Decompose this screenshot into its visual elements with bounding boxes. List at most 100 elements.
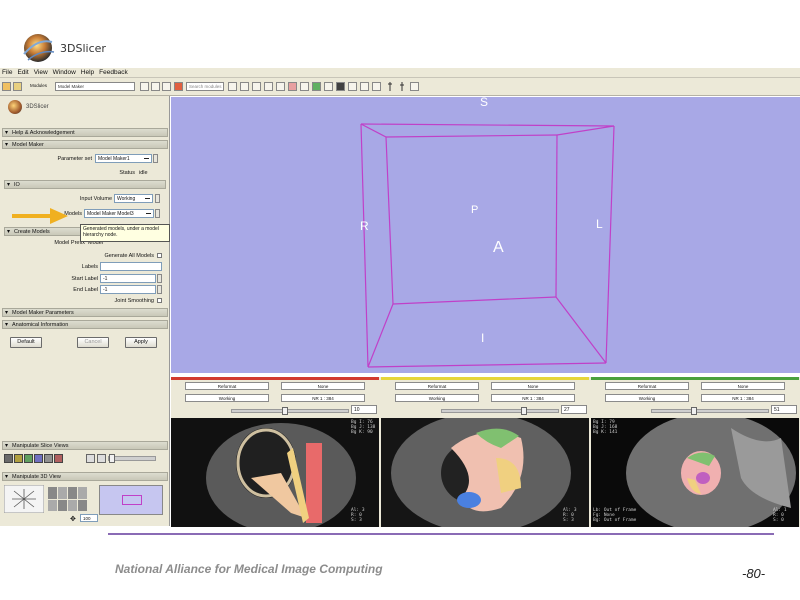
menu-window[interactable]: Window <box>53 69 76 76</box>
menu-feedback[interactable]: Feedback <box>99 69 128 76</box>
generate-all-checkbox[interactable] <box>157 253 162 258</box>
start-label-input[interactable]: -1 <box>100 274 156 283</box>
view-red-icon[interactable] <box>288 82 297 91</box>
slice-image[interactable]: Bg I: 76 Bg J: 138 Bg K: 90 Al: 3 R: 0 S: 3 <box>171 418 379 527</box>
slice-none-select[interactable]: None <box>491 382 575 390</box>
slice-offset-slider[interactable] <box>441 407 559 415</box>
zoom-icon[interactable] <box>264 82 273 91</box>
slice-none-select[interactable]: None <box>281 382 365 390</box>
search-icon[interactable] <box>228 82 237 91</box>
slice-offset-slider[interactable] <box>651 407 769 415</box>
search-input[interactable]: Search modules <box>186 82 224 91</box>
conventional-layout-icon[interactable] <box>324 82 333 91</box>
view-preset-2-icon[interactable] <box>58 487 67 499</box>
prev-module-icon[interactable] <box>140 82 149 91</box>
section-io[interactable]: IO <box>4 180 166 189</box>
view-preset-3-icon[interactable] <box>68 487 77 499</box>
3d-view-thumbnail[interactable] <box>99 485 163 515</box>
slice-opacity-slider[interactable] <box>108 454 156 463</box>
history-icon[interactable] <box>162 82 171 91</box>
slice-offset-slider[interactable] <box>231 407 349 415</box>
zoom-input[interactable]: 100 <box>80 514 98 522</box>
next-module-icon[interactable] <box>151 82 160 91</box>
input-volume-select[interactable]: Working <box>114 194 153 203</box>
slice-bg-select[interactable]: Working <box>395 394 479 402</box>
mouse-icon[interactable] <box>386 82 395 91</box>
fourup-layout-icon[interactable] <box>336 82 345 91</box>
slice-ctrl-3-icon[interactable] <box>24 454 33 463</box>
slice-image[interactable]: Al: 3 R: 0 S: 3 <box>381 418 589 527</box>
slice-ctrl-4-icon[interactable] <box>34 454 43 463</box>
view-preset-5-icon[interactable] <box>48 499 57 511</box>
folder-icon[interactable] <box>13 82 22 91</box>
section-manipulate-3d-view[interactable]: Manipulate 3D View <box>2 472 168 481</box>
module-select[interactable]: Model Maker <box>55 82 135 91</box>
slice-label-select[interactable]: NR 1 : 384 <box>491 394 575 402</box>
view-yellow-icon[interactable] <box>300 82 309 91</box>
slice-fg-select[interactable]: Reformat <box>605 382 689 390</box>
slice-fg-select[interactable]: Reformat <box>185 382 269 390</box>
slice-offset-thumb[interactable] <box>521 407 528 415</box>
input-volume-spinner[interactable] <box>155 194 160 203</box>
slice-ctrl-6-icon[interactable] <box>54 454 63 463</box>
section-model-maker[interactable]: Model Maker <box>2 140 168 149</box>
labels-input[interactable] <box>100 262 162 271</box>
slice-opacity-thumb[interactable] <box>109 454 115 463</box>
pan-icon[interactable] <box>276 82 285 91</box>
menu-view[interactable]: View <box>34 69 48 76</box>
tabbed-layout-icon[interactable] <box>360 82 369 91</box>
view-preset-1-icon[interactable] <box>48 487 57 499</box>
view-icon[interactable] <box>252 82 261 91</box>
slice-number-input[interactable]: 10 <box>351 405 377 414</box>
slice-number-input[interactable]: 51 <box>771 405 797 414</box>
parameter-set-spinner[interactable] <box>153 154 158 163</box>
slice-none-select[interactable]: None <box>701 382 785 390</box>
3d-view[interactable]: S R L P A I <box>171 95 800 373</box>
parameter-set-select[interactable]: Model Maker1 <box>95 154 152 163</box>
rotate-3d-icon[interactable] <box>4 485 44 513</box>
slice-link-icon[interactable] <box>97 454 106 463</box>
zoom-icon-3d[interactable]: ✥ <box>70 515 76 523</box>
slice-label-select[interactable]: NR 1 : 384 <box>281 394 365 402</box>
slice-fit-icon[interactable] <box>86 454 95 463</box>
fiducial-icon[interactable] <box>410 82 419 91</box>
slice-image[interactable]: Bg I: 79 Bg J: 168 Bg K: 141 Lb: Out of Fr… <box>591 418 799 527</box>
slice-bg-select[interactable]: Working <box>605 394 689 402</box>
compare-layout-icon[interactable] <box>372 82 381 91</box>
view-preset-8-icon[interactable] <box>78 499 87 511</box>
joint-smoothing-checkbox[interactable] <box>157 298 162 303</box>
section-manipulate-slice-views[interactable]: Manipulate Slice Views <box>2 441 168 450</box>
slice-number-input[interactable]: 27 <box>561 405 587 414</box>
apply-button[interactable]: Apply <box>125 337 157 348</box>
refresh-icon[interactable] <box>174 82 183 91</box>
layout-icon[interactable] <box>240 82 249 91</box>
menu-file[interactable]: File <box>2 69 12 76</box>
end-label-spinner[interactable] <box>157 285 162 294</box>
view-green-icon[interactable] <box>312 82 321 91</box>
oneup-layout-icon[interactable] <box>348 82 357 91</box>
end-label-input[interactable]: -1 <box>100 285 156 294</box>
slice-ctrl-1-icon[interactable] <box>4 454 13 463</box>
menu-help[interactable]: Help <box>81 69 94 76</box>
section-model-maker-params[interactable]: Model Maker Parameters <box>2 308 168 317</box>
default-button[interactable]: Default <box>10 337 42 348</box>
slice-bg-select[interactable]: Working <box>185 394 269 402</box>
home-icon[interactable] <box>2 82 11 91</box>
slice-ctrl-2-icon[interactable] <box>14 454 23 463</box>
models-select[interactable]: Model Maker Model3 <box>84 209 154 218</box>
models-spinner[interactable] <box>155 209 160 218</box>
view-preset-7-icon[interactable] <box>68 499 77 511</box>
slice-ctrl-5-icon[interactable] <box>44 454 53 463</box>
slice-fg-select[interactable]: Reformat <box>395 382 479 390</box>
slice-label-select[interactable]: NR 1 : 384 <box>701 394 785 402</box>
menu-edit[interactable]: Edit <box>17 69 28 76</box>
start-label-spinner[interactable] <box>157 274 162 283</box>
slice-offset-thumb[interactable] <box>281 407 288 415</box>
cancel-button[interactable]: Cancel <box>77 337 109 348</box>
view-preset-6-icon[interactable] <box>58 499 67 511</box>
section-help[interactable]: Help & Acknowledgement <box>2 128 168 137</box>
pick-icon[interactable] <box>398 82 407 91</box>
section-anatomical-info[interactable]: Anatomical Information <box>2 320 168 329</box>
view-preset-4-icon[interactable] <box>78 487 87 499</box>
slice-offset-thumb[interactable] <box>690 407 697 415</box>
